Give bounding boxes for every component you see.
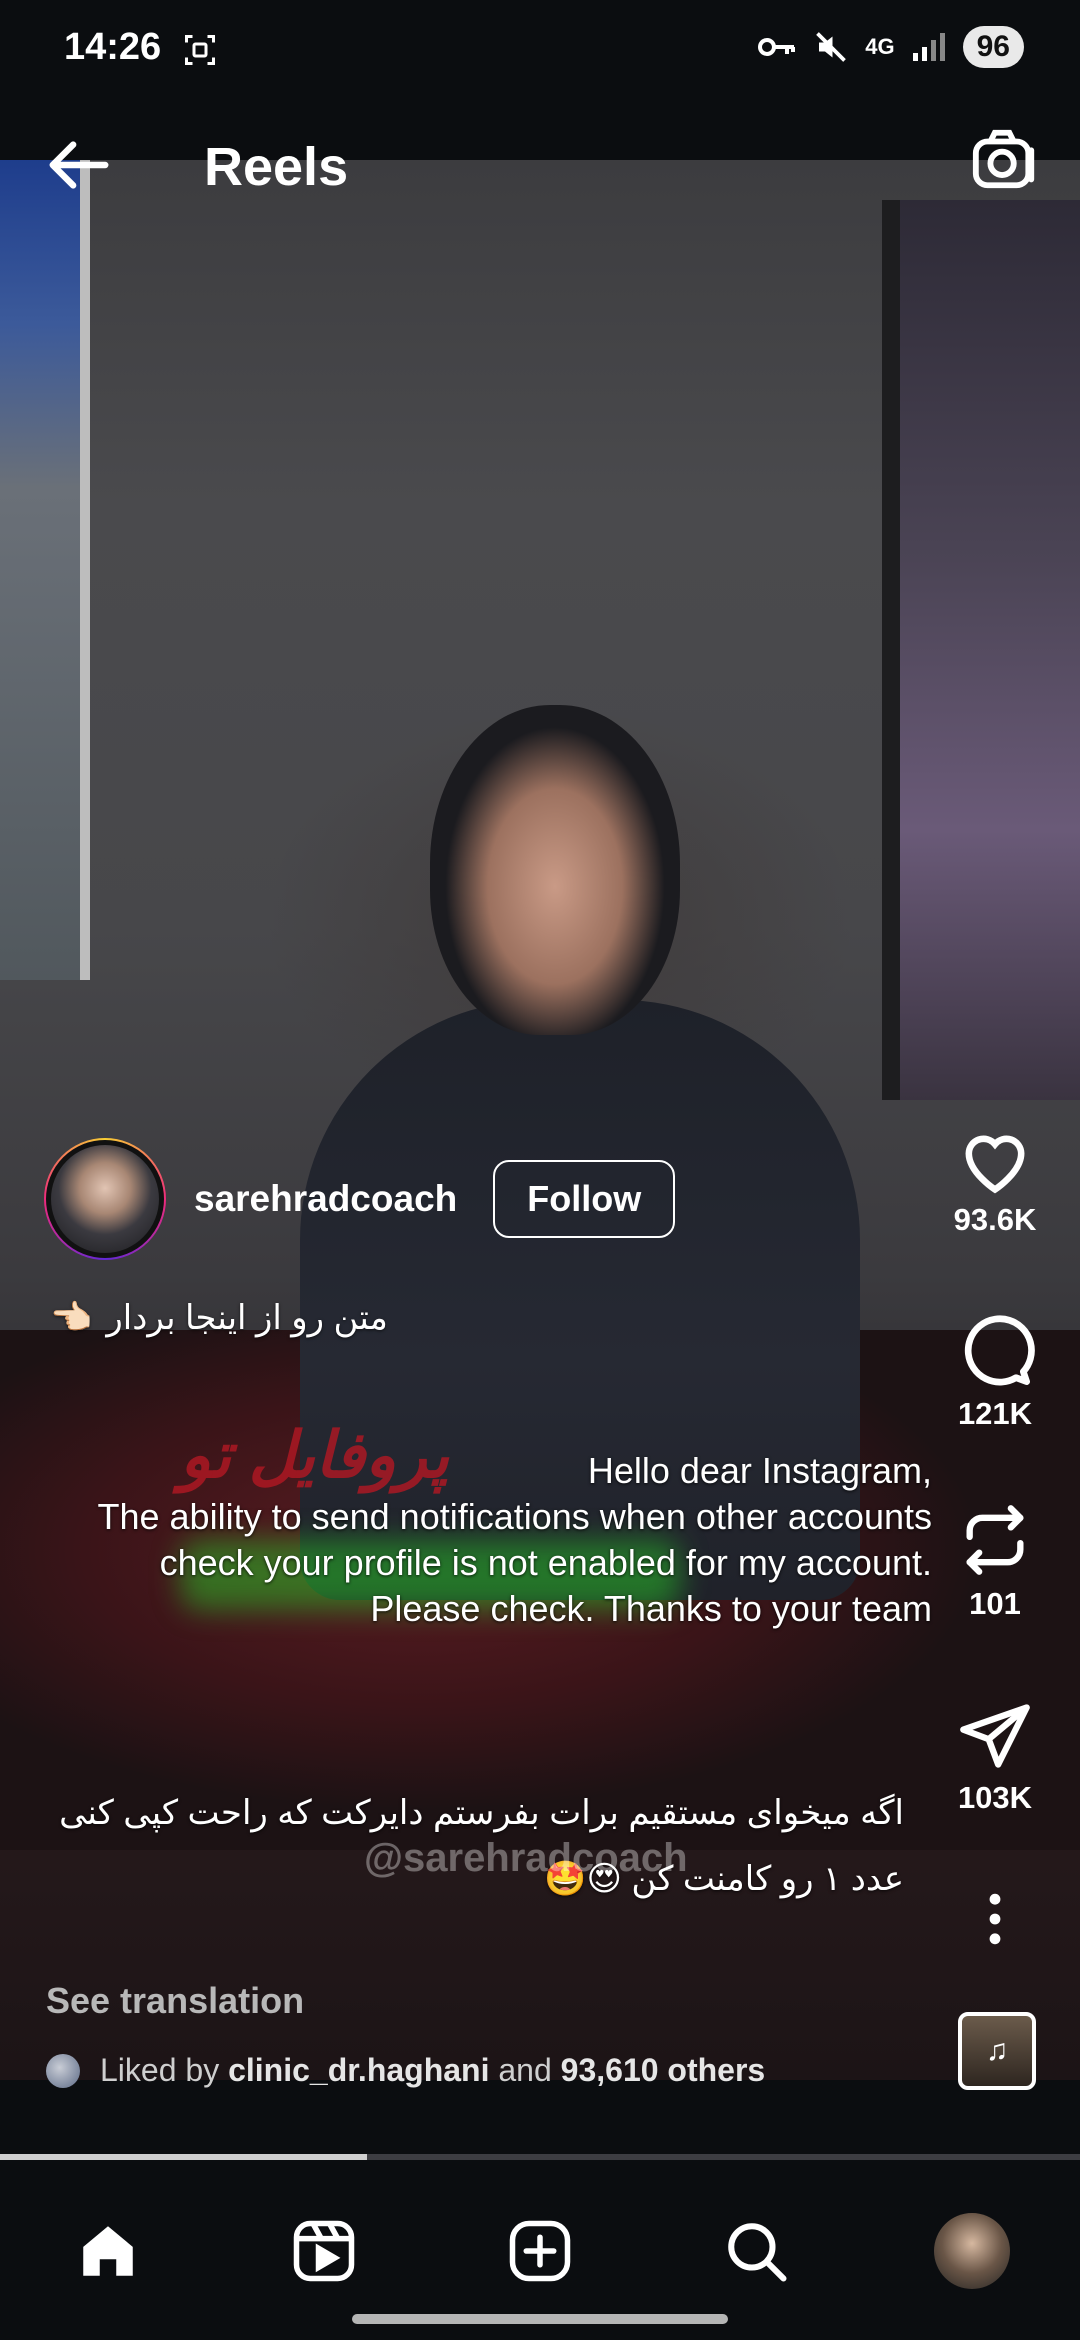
- reels-header: Reels: [0, 100, 1080, 228]
- repost-icon[interactable]: [957, 1500, 1033, 1580]
- liked-prefix: Liked by: [100, 2052, 220, 2088]
- search-icon: [728, 2223, 787, 2282]
- bottom-navigation: [0, 2160, 1080, 2340]
- caption-short: متن رو از اینجا بردار 👈🏻: [50, 1298, 388, 1338]
- camera-icon[interactable]: [970, 124, 1040, 194]
- nav-home[interactable]: [53, 2196, 163, 2306]
- create-icon: [509, 2220, 571, 2282]
- liked-by-avatar: [46, 2053, 80, 2088]
- video-overlay-text: Hello dear Instagram, The ability to sen…: [32, 1448, 933, 1632]
- like-count: 93.6K: [953, 1202, 1037, 1237]
- background-window-left: [0, 160, 90, 980]
- see-translation-link[interactable]: See translation: [46, 1980, 304, 2022]
- comment-action: 121K: [940, 1310, 1050, 1432]
- pointing-hand-emoji: 👈🏻: [50, 1299, 93, 1337]
- liked-user[interactable]: clinic_dr.haghani: [228, 2052, 489, 2089]
- reel-author-row: sarehradcoach Follow: [44, 1138, 676, 1260]
- comment-count: 121K: [957, 1396, 1033, 1431]
- heart-icon[interactable]: [955, 1124, 1035, 1196]
- overlay-line: Please check. Thanks to your team: [370, 1588, 932, 1629]
- overlay-line: The ability to send notifications when o…: [97, 1496, 933, 1583]
- author-username[interactable]: sarehradcoach: [194, 1178, 457, 1220]
- nav-create[interactable]: [485, 2196, 595, 2306]
- author-avatar-image: [46, 1140, 164, 1258]
- music-icon[interactable]: ♫: [958, 2012, 1036, 2090]
- reels-icon: [293, 2220, 355, 2282]
- author-avatar[interactable]: [44, 1138, 166, 1260]
- vpn-key-icon: [758, 38, 796, 56]
- home-icon: [83, 2226, 133, 2276]
- presenter-head: [430, 705, 680, 1035]
- nav-reels[interactable]: [269, 2196, 379, 2306]
- profile-avatar: [934, 2213, 1010, 2289]
- home-indicator[interactable]: [352, 2314, 728, 2324]
- repost-count: 101: [969, 1586, 1021, 1621]
- repost-action: 101: [940, 1500, 1050, 1622]
- screenshot-icon: [185, 35, 215, 65]
- status-indicators: 4G 96: [757, 26, 1024, 68]
- signal-icon: [912, 33, 945, 61]
- share-action: 103K: [940, 1698, 1050, 1816]
- watermark-handle: @sarehradcoach: [364, 1836, 688, 1880]
- share-count: 103K: [957, 1780, 1033, 1815]
- mute-icon: [816, 32, 847, 62]
- nav-profile[interactable]: [917, 2196, 1027, 2306]
- status-bar: 14:26 4G 96: [0, 0, 1080, 100]
- overlay-line: Hello dear Instagram,: [587, 1450, 932, 1491]
- network-type: 4G: [865, 34, 895, 59]
- caption-short-text: متن رو از اینجا بردار: [106, 1299, 388, 1337]
- nav-search[interactable]: [701, 2196, 811, 2306]
- background-window-right: [882, 200, 1080, 1100]
- more-vertical-icon[interactable]: [985, 1892, 1005, 1946]
- liked-by-row[interactable]: Liked by clinic_dr.haghani and 93,610 ot…: [46, 2052, 765, 2089]
- page-title: Reels: [204, 137, 349, 197]
- liked-and: and: [498, 2052, 552, 2088]
- back-arrow-icon[interactable]: [44, 130, 114, 200]
- status-time: 14:26: [64, 26, 162, 68]
- like-action: 93.6K: [940, 1124, 1050, 1238]
- liked-others[interactable]: 93,610 others: [561, 2052, 766, 2089]
- battery-indicator: 96: [962, 26, 1024, 68]
- send-icon[interactable]: [957, 1698, 1033, 1774]
- follow-button[interactable]: Follow: [493, 1160, 676, 1238]
- comment-icon[interactable]: [955, 1310, 1035, 1390]
- more-action: [940, 1892, 1050, 1946]
